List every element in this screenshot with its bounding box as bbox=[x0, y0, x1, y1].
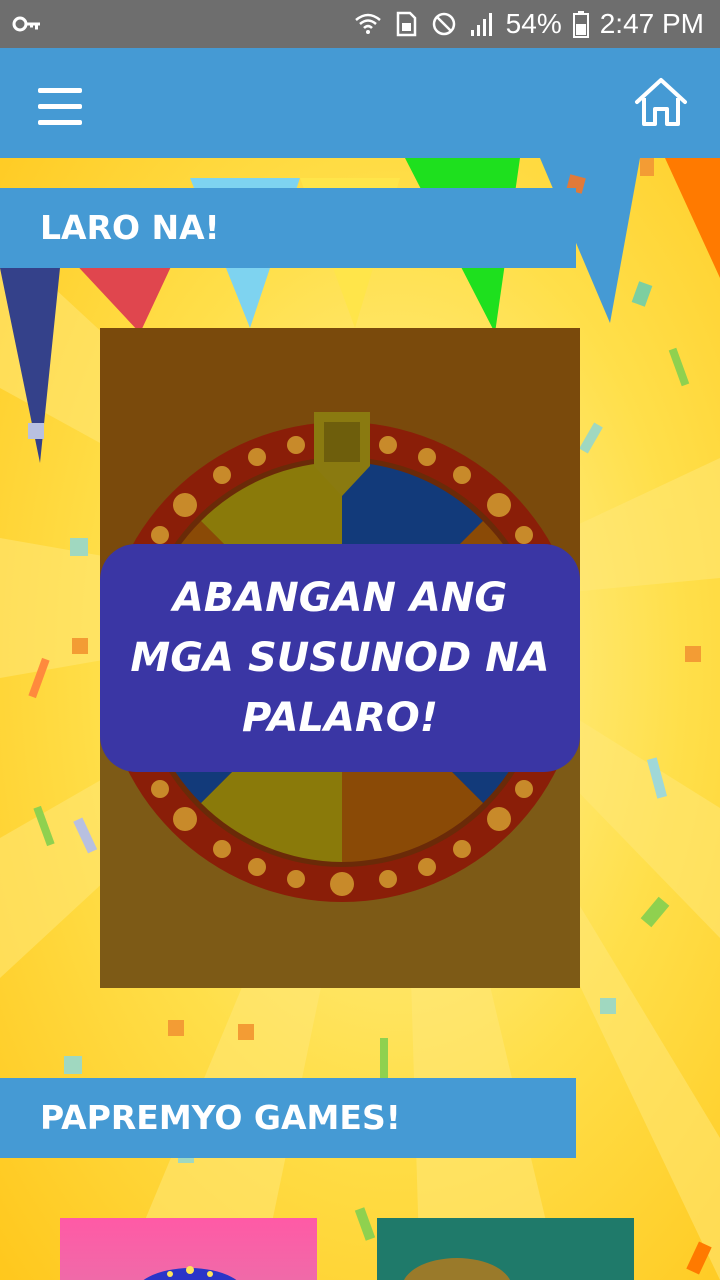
coming-soon-message: ABANGAN ANG MGA SUSUNOD NA PALARO! bbox=[130, 575, 550, 741]
battery-icon bbox=[572, 11, 589, 38]
section-title-papremyo-games: PAPREMYO GAMES! bbox=[0, 1078, 576, 1158]
prize-game-thumbnail-1[interactable] bbox=[60, 1218, 317, 1280]
section-title-laro-na: LARO NA! bbox=[0, 188, 576, 268]
prize-game-thumbnail-2[interactable] bbox=[377, 1218, 634, 1280]
hamburger-menu-icon[interactable] bbox=[30, 82, 90, 132]
prize-game-2-image bbox=[377, 1218, 634, 1280]
app-bar bbox=[0, 48, 720, 158]
clock: 2:47 PM bbox=[599, 8, 704, 39]
do-not-disturb-icon bbox=[432, 12, 455, 36]
signal-icon bbox=[470, 13, 492, 36]
home-icon[interactable] bbox=[632, 76, 690, 130]
wifi-icon bbox=[354, 13, 381, 34]
coming-soon-banner: ABANGAN ANG MGA SUSUNOD NA PALARO! bbox=[100, 544, 580, 772]
battery-percentage: 54% bbox=[505, 8, 562, 39]
prize-game-1-image bbox=[143, 1266, 237, 1280]
vpn-key-icon bbox=[12, 16, 40, 32]
sim-card-icon bbox=[396, 11, 416, 37]
status-bar: 54% 2:47 PM bbox=[0, 0, 720, 48]
